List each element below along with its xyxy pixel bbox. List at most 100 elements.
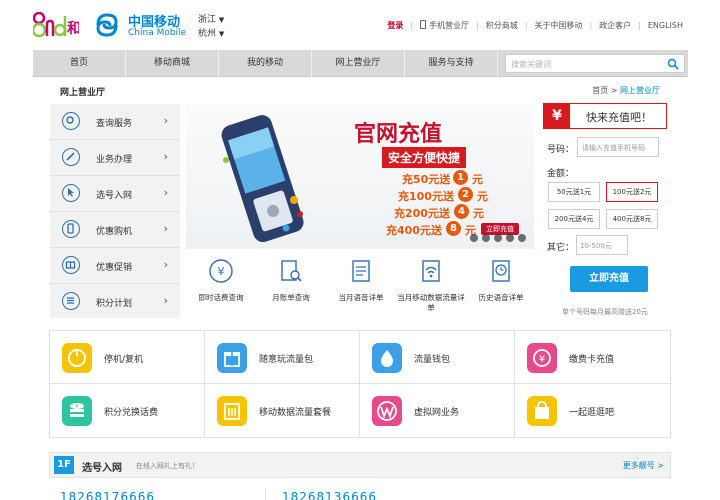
recharge-other-input[interactable]: 10-500元 <box>576 235 628 255</box>
nav-home[interactable]: 首页 <box>33 50 126 77</box>
history-list-icon <box>492 260 510 282</box>
bill-search-icon <box>281 260 302 282</box>
breadcrumb: 首页 > 网上营业厅 <box>592 86 660 95</box>
phone-number[interactable]: 18268176666 <box>60 490 155 500</box>
quick-link-balance[interactable]: ¥ 即时话费查询 <box>186 258 256 303</box>
data-list-icon <box>422 260 440 282</box>
quick-link-voice[interactable]: 当月语音详单 <box>326 258 396 303</box>
carousel-dot[interactable] <box>518 234 526 242</box>
list-icon <box>62 292 80 310</box>
chevron-down-icon: ▼ <box>218 30 225 38</box>
service-suspend[interactable]: 停机/复机 <box>50 331 205 384</box>
phone-illustration <box>221 115 304 243</box>
sidebar-item-label: 选号入网 <box>96 191 133 201</box>
power-icon <box>62 343 92 373</box>
sidebar-item-label: 优惠促销 <box>96 263 133 273</box>
breadcrumb-current: 网上营业厅 <box>620 86 660 95</box>
breadcrumb-home[interactable]: 首页 <box>592 86 608 95</box>
china-mobile-logo[interactable]: 中国移动 China Mobile <box>92 10 192 42</box>
chevron-right-icon: › <box>163 186 168 199</box>
sidebar-item-label: 优惠购机 <box>96 227 133 237</box>
service-flow-pack[interactable]: 随意玩流量包 <box>205 331 360 384</box>
floor-title: 选号入网 <box>82 463 122 474</box>
sidebar: 查询服务 › 业务办理 › 选号入网 › 优惠购机 › 优惠促销 › 积分计划 … <box>50 104 180 318</box>
floor-subtitle: 在线入网礼上有礼！ <box>136 462 199 470</box>
svg-text:¥: ¥ <box>539 354 545 365</box>
phone-label: 号码： <box>547 145 575 155</box>
gift-icon <box>62 256 80 274</box>
other-label: 其它： <box>547 243 575 253</box>
search-icon[interactable] <box>667 58 679 70</box>
carousel-dot[interactable] <box>470 234 478 242</box>
wallet-icon <box>372 343 402 373</box>
service-points-exchange[interactable]: ¥ 积分兑换话费 <box>50 384 205 437</box>
more-numbers-link[interactable]: 更多靓号 > <box>623 460 664 471</box>
region-selector[interactable]: 浙江 ▼ 杭州 ▼ <box>198 13 224 41</box>
top-links: 登录 | 手机营业厅 | 积分商城 | 关于中国移动 | 政企客户 | ENGL… <box>380 20 690 31</box>
phone-number[interactable]: 18268136666 <box>282 490 377 500</box>
sidebar-item-query[interactable]: 查询服务 › <box>50 104 180 140</box>
recharge-title: 快来充值吧！ <box>586 111 652 124</box>
quick-links: ¥ 即时话费查询 月账单查询 当月语音详单 当月移动数据流量详单 历史语音详单 <box>186 258 534 320</box>
search-input[interactable]: 搜索关键词 <box>505 54 685 73</box>
header: 和 中国移动 China Mobile 浙江 ▼ 杭州 ▼ 登录 | 手机营业厅… <box>0 0 720 48</box>
promo-banner[interactable]: 官网充值 安全方便快捷 充50元送 1 元 充100元送 2 元 充200元送 4 元 充4… <box>186 104 534 249</box>
service-flow-wallet[interactable]: 流量钱包 <box>360 331 515 384</box>
banner-subtitle: 安全方便快捷 <box>382 147 467 168</box>
english-link[interactable]: ENGLISH <box>641 21 690 30</box>
floor-number-section: 1F 选号入网 在线入网礼上有礼！ 更多靓号 > <box>49 452 671 478</box>
sidebar-item-business[interactable]: 业务办理 › <box>50 140 180 176</box>
amount-label: 金额： <box>547 169 575 179</box>
and-he-logo-icon[interactable]: 和 <box>33 12 79 38</box>
offer-row: 充50元送 1 元 <box>402 170 483 186</box>
chevron-right-icon: › <box>163 150 168 163</box>
amount-option[interactable]: 200元送4元 <box>548 209 600 229</box>
carousel-dot[interactable] <box>494 234 502 242</box>
carousel-dot[interactable] <box>482 234 490 242</box>
floor-badge: 1F <box>54 456 74 474</box>
offer-row: 充200元送 4 元 <box>394 204 484 220</box>
service-data-plan[interactable]: 移动数据流量套餐 <box>205 384 360 437</box>
nav-online-hall[interactable]: 网上营业厅 <box>312 50 405 77</box>
amount-option[interactable]: 400元送8元 <box>606 209 658 229</box>
recharge-button[interactable]: 立即充值 <box>570 266 648 292</box>
points-mall-link[interactable]: 积分商城 <box>479 20 525 31</box>
about-link[interactable]: 关于中国移动 <box>527 20 589 31</box>
chevron-right-icon: › <box>163 258 168 271</box>
sidebar-item-points[interactable]: 积分计划 › <box>50 284 180 320</box>
cursor-icon <box>62 184 80 202</box>
nav-mall[interactable]: 移动商城 <box>126 50 219 77</box>
recharge-phone-input[interactable]: 请输入充值手机号码 <box>577 137 659 157</box>
chevron-right-icon: › <box>163 222 168 235</box>
brand-name-en: China Mobile <box>128 28 187 38</box>
amount-option-selected[interactable]: 100元送2元 <box>606 182 658 202</box>
mobile-hall-link[interactable]: 手机营业厅 <box>413 20 476 31</box>
enterprise-link[interactable]: 政企客户 <box>592 20 638 31</box>
quick-link-data[interactable]: 当月移动数据流量详单 <box>396 258 466 313</box>
amount-option[interactable]: 50元送1元 <box>548 182 600 202</box>
quick-link-history[interactable]: 历史语音详单 <box>466 258 536 303</box>
quick-link-bill[interactable]: 月账单查询 <box>256 258 326 303</box>
service-virtual-network[interactable]: 虚拟网业务 <box>360 384 515 437</box>
service-shopping[interactable]: 一起逛逛吧 <box>515 384 670 437</box>
svg-text:¥: ¥ <box>75 404 78 410</box>
search-placeholder: 搜索关键词 <box>511 60 551 69</box>
login-link[interactable]: 登录 <box>380 20 410 31</box>
sidebar-item-number[interactable]: 选号入网 › <box>50 176 180 212</box>
phone-icon <box>62 220 80 238</box>
carousel-dot[interactable] <box>506 234 514 242</box>
chevron-down-icon: ▼ <box>218 16 225 24</box>
number-list: 18268176666 18268136666 <box>60 488 680 500</box>
province-label: 浙江 <box>198 15 217 25</box>
sidebar-item-phone-deal[interactable]: 优惠购机 › <box>50 212 180 248</box>
nav-my-mobile[interactable]: 我的移动 <box>219 50 312 77</box>
service-card-recharge[interactable]: ¥ 缴费卡充值 <box>515 331 670 384</box>
shopping-bag-icon <box>527 396 557 426</box>
svg-text:和: 和 <box>67 21 79 37</box>
chevron-right-icon: › <box>163 114 168 127</box>
sidebar-item-promo[interactable]: 优惠促销 › <box>50 248 180 284</box>
data-plan-icon <box>217 396 247 426</box>
nav-service[interactable]: 服务与支持 <box>405 50 498 77</box>
page-title: 网上营业厅 <box>60 88 106 98</box>
yen-icon: ¥ <box>544 104 570 128</box>
